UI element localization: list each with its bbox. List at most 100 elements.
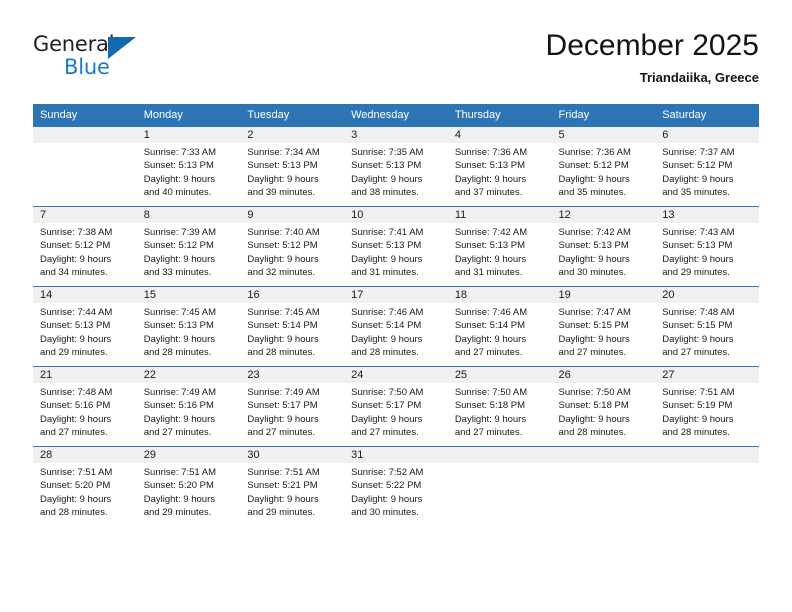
day-number: 4 <box>447 127 552 143</box>
day-detail-line: Sunset: 5:14 PM <box>247 320 318 332</box>
day-number: 1 <box>136 127 241 143</box>
day-detail-line: Sunrise: 7:38 AM <box>40 227 113 238</box>
day-number: 18 <box>447 287 552 303</box>
day-detail-line: Daylight: 9 hours <box>454 333 527 345</box>
day-number: 27 <box>655 367 759 383</box>
calendar-day-cell[interactable]: 4 Sunrise: 7:36 AM Sunset: 5:13 PM Daylight… <box>447 126 552 207</box>
calendar-day-cell[interactable]: 16 Sunrise: 7:45 AM Sunset: 5:14 PM Dayligh… <box>240 286 345 367</box>
title-block: December 2025 Triandaiika, Greece <box>546 28 759 87</box>
calendar-day-cell-empty <box>551 446 656 526</box>
day-detail-line: Sunrise: 7:41 AM <box>351 227 424 238</box>
calendar-day-cell[interactable]: 15 Sunrise: 7:45 AM Sunset: 5:13 PM Dayligh… <box>136 286 241 367</box>
day-detail-line: Daylight: 9 hours <box>558 413 630 425</box>
day-detail-line: Daylight: 9 hours <box>247 333 319 345</box>
day-number: 20 <box>655 287 759 303</box>
day-detail-line: and 30 minutes. <box>351 506 419 518</box>
day-number: 29 <box>136 447 241 463</box>
day-detail-line: Sunrise: 7:47 AM <box>558 307 631 318</box>
day-detail-line: Sunset: 5:18 PM <box>454 400 526 412</box>
calendar-day-cell[interactable]: 1 Sunrise: 7:33 AM Sunset: 5:13 PM Daylight… <box>136 126 241 207</box>
day-detail-line: Sunset: 5:13 PM <box>143 320 214 332</box>
logo-triangle-icon <box>108 37 136 59</box>
day-detail-line: and 31 minutes. <box>351 266 419 278</box>
page-subtitle: Triandaiika, Greece <box>639 70 759 85</box>
day-detail-line: and 39 minutes. <box>247 186 316 198</box>
calendar-day-cell[interactable]: 24 Sunrise: 7:50 AM Sunset: 5:17 PM Dayligh… <box>344 366 448 447</box>
generalblue-logo[interactable]: General Blue <box>33 32 163 84</box>
day-number <box>551 447 656 463</box>
day-detail-line: and 29 minutes. <box>247 506 316 518</box>
day-number: 24 <box>344 367 448 383</box>
calendar-day-cell[interactable]: 26 Sunrise: 7:50 AM Sunset: 5:18 PM Dayligh… <box>551 366 656 447</box>
calendar-day-cell[interactable]: 6 Sunrise: 7:37 AM Sunset: 5:12 PM Daylight… <box>655 126 759 207</box>
day-details: Sunrise: 7:36 AM Sunset: 5:13 PM Daylight:… <box>448 143 552 199</box>
day-detail-line: and 27 minutes. <box>40 426 108 438</box>
day-details: Sunrise: 7:40 AM Sunset: 5:12 PM Daylight:… <box>240 223 344 279</box>
calendar-day-cell[interactable]: 20 Sunrise: 7:48 AM Sunset: 5:15 PM Dayligh… <box>655 286 759 367</box>
calendar-day-cell[interactable]: 19 Sunrise: 7:47 AM Sunset: 5:15 PM Dayligh… <box>551 286 656 367</box>
day-detail-line: and 35 minutes. <box>558 186 627 198</box>
day-detail-line: Sunrise: 7:49 AM <box>143 387 217 398</box>
day-detail-line: Daylight: 9 hours <box>143 493 215 505</box>
day-detail-line: Sunset: 5:12 PM <box>662 160 733 172</box>
day-detail-line: Sunrise: 7:40 AM <box>247 227 320 238</box>
day-detail-line: Sunrise: 7:43 AM <box>662 227 735 238</box>
calendar-day-cell[interactable]: 30 Sunrise: 7:51 AM Sunset: 5:21 PM Dayligh… <box>240 446 345 526</box>
calendar-day-cell[interactable]: 22 Sunrise: 7:49 AM Sunset: 5:16 PM Dayligh… <box>136 366 241 447</box>
calendar-day-cell[interactable]: 2 Sunrise: 7:34 AM Sunset: 5:13 PM Daylight… <box>240 126 345 207</box>
day-details: Sunrise: 7:44 AM Sunset: 5:13 PM Daylight:… <box>33 303 137 359</box>
calendar-day-cell[interactable]: 29 Sunrise: 7:51 AM Sunset: 5:20 PM Dayligh… <box>136 446 241 526</box>
calendar-day-cell[interactable]: 31 Sunrise: 7:52 AM Sunset: 5:22 PM Dayligh… <box>344 446 448 526</box>
logo-secondary-text: Blue <box>64 55 110 79</box>
day-number <box>655 447 759 463</box>
calendar-day-cell[interactable]: 21 Sunrise: 7:48 AM Sunset: 5:16 PM Dayligh… <box>33 366 137 447</box>
day-detail-line: and 29 minutes. <box>662 266 730 278</box>
calendar-day-cell[interactable]: 14 Sunrise: 7:44 AM Sunset: 5:13 PM Dayligh… <box>33 286 137 367</box>
calendar-day-cell[interactable]: 11 Sunrise: 7:42 AM Sunset: 5:13 PM Dayligh… <box>447 206 552 287</box>
day-detail-line: Daylight: 9 hours <box>454 173 527 185</box>
day-detail-line: Sunrise: 7:51 AM <box>40 467 113 478</box>
day-details: Sunrise: 7:37 AM Sunset: 5:12 PM Daylight:… <box>655 143 759 199</box>
day-number: 11 <box>447 207 552 223</box>
calendar-day-cell[interactable]: 10 Sunrise: 7:41 AM Sunset: 5:13 PM Dayligh… <box>344 206 448 287</box>
calendar-day-cell[interactable]: 8 Sunrise: 7:39 AM Sunset: 5:12 PM Daylight… <box>136 206 241 287</box>
calendar-day-cell[interactable]: 13 Sunrise: 7:43 AM Sunset: 5:13 PM Dayligh… <box>655 206 759 287</box>
calendar-week-row: 14 Sunrise: 7:44 AM Sunset: 5:13 PM Dayligh… <box>33 286 759 367</box>
day-detail-line: Daylight: 9 hours <box>351 333 423 345</box>
day-details: Sunrise: 7:51 AM Sunset: 5:20 PM Daylight:… <box>137 463 241 519</box>
calendar-day-cell-empty <box>447 446 552 526</box>
day-number: 2 <box>240 127 345 143</box>
calendar-day-cell[interactable]: 17 Sunrise: 7:46 AM Sunset: 5:14 PM Dayligh… <box>344 286 448 367</box>
calendar-day-cell[interactable]: 18 Sunrise: 7:46 AM Sunset: 5:14 PM Dayligh… <box>447 286 552 367</box>
day-detail-line: Daylight: 9 hours <box>143 333 215 345</box>
day-detail-line: Sunrise: 7:39 AM <box>143 227 217 238</box>
day-number: 10 <box>344 207 448 223</box>
day-detail-line: Sunset: 5:12 PM <box>558 160 629 172</box>
calendar-day-cell-empty <box>33 126 137 207</box>
calendar-day-cell[interactable]: 27 Sunrise: 7:51 AM Sunset: 5:19 PM Dayligh… <box>655 366 759 447</box>
day-detail-line: Daylight: 9 hours <box>351 413 423 425</box>
day-details: Sunrise: 7:42 AM Sunset: 5:13 PM Daylight:… <box>552 223 656 279</box>
calendar-day-cell[interactable]: 5 Sunrise: 7:36 AM Sunset: 5:12 PM Daylight… <box>551 126 656 207</box>
day-number: 6 <box>655 127 759 143</box>
day-detail-line: Sunset: 5:13 PM <box>558 240 629 252</box>
day-details: Sunrise: 7:50 AM Sunset: 5:18 PM Daylight:… <box>448 383 552 439</box>
day-detail-line: and 28 minutes. <box>662 426 730 438</box>
calendar-day-cell[interactable]: 3 Sunrise: 7:35 AM Sunset: 5:13 PM Daylight… <box>344 126 448 207</box>
day-details: Sunrise: 7:51 AM Sunset: 5:20 PM Daylight:… <box>33 463 137 519</box>
calendar-day-cell[interactable]: 28 Sunrise: 7:51 AM Sunset: 5:20 PM Dayligh… <box>33 446 137 526</box>
calendar-day-cell[interactable]: 25 Sunrise: 7:50 AM Sunset: 5:18 PM Dayligh… <box>447 366 552 447</box>
calendar-day-cell[interactable]: 12 Sunrise: 7:42 AM Sunset: 5:13 PM Dayligh… <box>551 206 656 287</box>
day-detail-line: and 37 minutes. <box>454 186 523 198</box>
calendar-day-cell[interactable]: 7 Sunrise: 7:38 AM Sunset: 5:12 PM Daylight… <box>33 206 137 287</box>
day-detail-line: and 38 minutes. <box>351 186 419 198</box>
calendar-day-cell[interactable]: 9 Sunrise: 7:40 AM Sunset: 5:12 PM Daylight… <box>240 206 345 287</box>
day-detail-line: and 27 minutes. <box>558 346 627 358</box>
day-detail-line: Daylight: 9 hours <box>247 493 319 505</box>
day-detail-line: Daylight: 9 hours <box>351 493 423 505</box>
day-detail-line: Daylight: 9 hours <box>454 413 527 425</box>
day-detail-line: Daylight: 9 hours <box>454 253 527 265</box>
day-detail-line: Sunrise: 7:46 AM <box>454 307 528 318</box>
day-number: 26 <box>551 367 656 383</box>
calendar-day-cell[interactable]: 23 Sunrise: 7:49 AM Sunset: 5:17 PM Dayligh… <box>240 366 345 447</box>
